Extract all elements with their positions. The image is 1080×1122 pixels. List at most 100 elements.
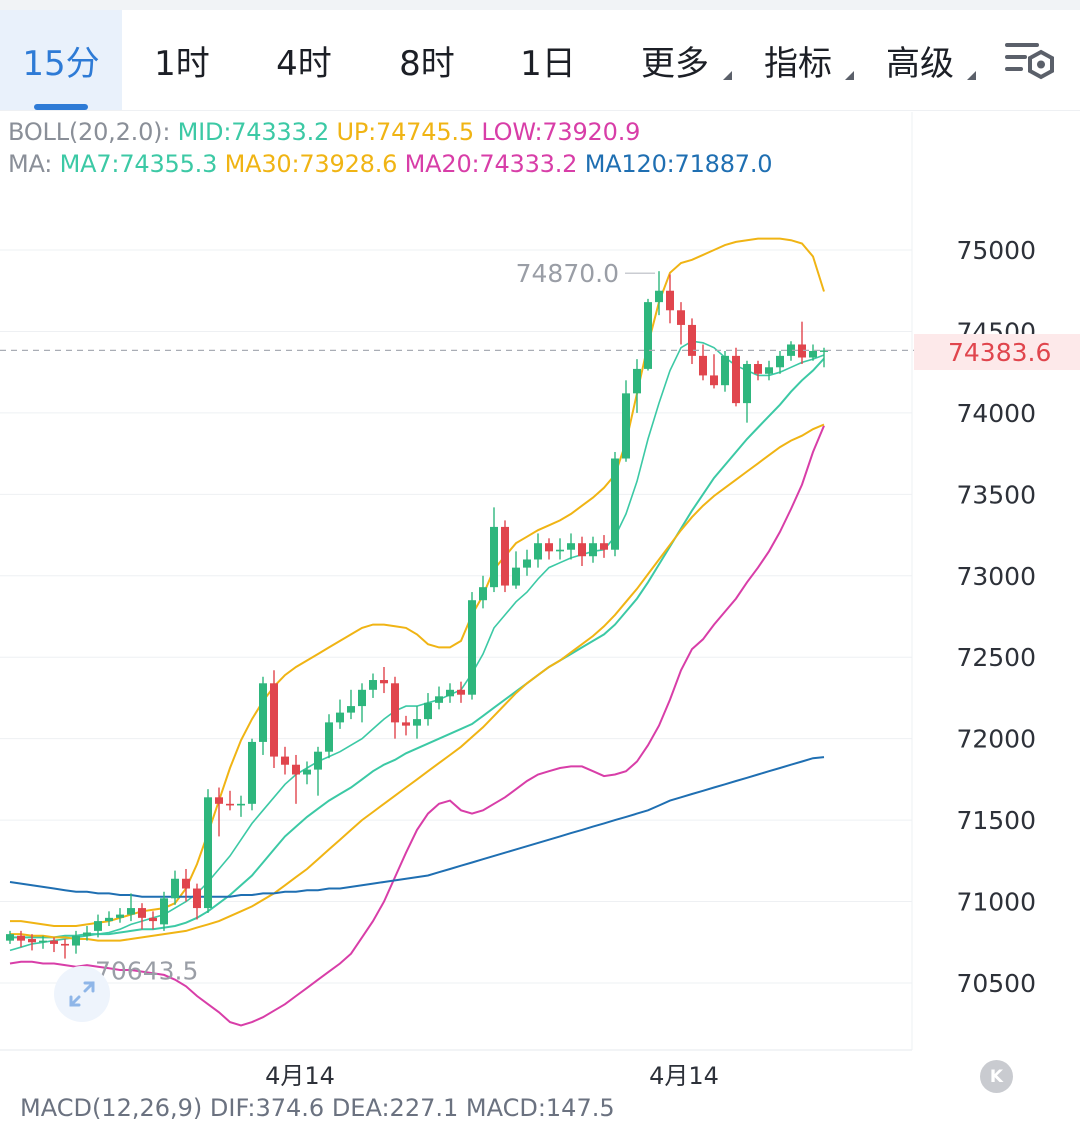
candle-up	[765, 367, 773, 374]
candle-up	[567, 543, 575, 550]
candle-up	[369, 680, 377, 690]
candle-up	[237, 803, 245, 806]
candle-up	[94, 921, 102, 931]
candle-up	[171, 878, 179, 899]
candle-up	[490, 526, 498, 588]
candle-down	[600, 543, 608, 550]
dropdown-triangle-icon	[967, 71, 976, 80]
candle-down	[149, 917, 157, 922]
tab-label: 更多	[641, 43, 709, 84]
tab-label: 8时	[399, 43, 455, 84]
candlestick-chart[interactable]: 7500074500740007350073000725007200071500…	[0, 112, 1080, 1102]
boll-mid-line	[10, 357, 825, 939]
candle-down	[391, 683, 399, 723]
tab-1h[interactable]: 1时	[122, 10, 242, 110]
tab-label: 1日	[520, 43, 576, 84]
candle-down	[17, 935, 25, 941]
chart-settings-icon[interactable]	[1003, 40, 1055, 82]
candle-up	[589, 543, 597, 557]
candle-up	[776, 355, 784, 368]
tab-label: 1时	[154, 43, 210, 84]
candle-up	[512, 567, 520, 586]
candle-up	[556, 549, 564, 552]
candle-down	[226, 803, 234, 806]
candle-up	[721, 355, 729, 386]
candle-up	[105, 917, 113, 922]
candle-down	[380, 680, 388, 684]
candle-down	[215, 797, 223, 804]
x-tick-label: 4月14	[265, 1062, 335, 1090]
candle-up	[743, 364, 751, 404]
candle-up	[468, 600, 476, 695]
y-tick-label: 70500	[956, 969, 1036, 998]
candle-up	[325, 722, 333, 752]
x-tick-label: 4月14	[649, 1062, 719, 1090]
current-price-tag: 74383.6	[914, 334, 1080, 370]
candle-down	[677, 310, 685, 325]
candle-down	[292, 764, 300, 775]
y-tick-label: 75000	[956, 236, 1036, 265]
candle-up	[314, 751, 322, 770]
tab-8h[interactable]: 8时	[366, 10, 488, 110]
candle-up	[622, 393, 630, 459]
tab-indicators[interactable]: 指标	[744, 10, 854, 110]
candle-up	[72, 935, 80, 946]
candle-down	[193, 888, 201, 909]
candle-down	[270, 683, 278, 757]
candle-up	[204, 797, 212, 909]
y-tick-label: 72500	[956, 643, 1036, 672]
candle-up	[160, 898, 168, 925]
ma7-line	[9, 340, 825, 952]
y-tick-label: 72000	[956, 725, 1036, 754]
expand-arrows-icon	[69, 981, 95, 1007]
active-tab-indicator	[34, 104, 88, 110]
expand-chart-button[interactable]	[54, 966, 110, 1022]
candle-up	[446, 689, 454, 697]
tab-15min[interactable]: 15分	[0, 10, 122, 110]
ma120-line	[9, 756, 825, 898]
tab-more[interactable]: 更多	[620, 10, 732, 110]
candle-up	[413, 719, 421, 726]
y-tick-label: 71500	[956, 806, 1036, 835]
candle-down	[138, 908, 146, 918]
candle-down	[501, 526, 509, 586]
tab-label: 指标	[764, 43, 832, 84]
candle-up	[248, 741, 256, 804]
candle-down	[699, 355, 707, 376]
dropdown-triangle-icon	[845, 71, 854, 80]
tab-1d[interactable]: 1日	[488, 10, 608, 110]
timeframe-tab-bar: 15分 1时 4时 8时 1日 更多 指标 高级	[0, 10, 1080, 111]
k-line-toggle-button[interactable]: K	[980, 1060, 1013, 1093]
tab-advanced[interactable]: 高级	[866, 10, 976, 110]
candle-up	[479, 587, 487, 601]
low-marker-label: 70643.5	[95, 957, 198, 986]
macd-legend-partial: MACD(12,26,9) DIF:374.6 DEA:227.1 MACD:1…	[20, 1094, 615, 1122]
y-tick-label: 74000	[956, 399, 1036, 428]
candle-down	[182, 878, 190, 889]
candle-down	[457, 689, 465, 695]
y-tick-label: 71000	[956, 888, 1036, 917]
candle-down	[61, 943, 69, 946]
tab-label: 高级	[886, 43, 954, 84]
boll-upper-line	[10, 237, 825, 927]
candle-up	[6, 934, 14, 941]
y-tick-label: 73000	[956, 562, 1036, 591]
candle-up	[633, 368, 641, 394]
tab-label: 15分	[22, 43, 100, 84]
candle-up	[127, 908, 135, 915]
candle-down	[710, 375, 718, 386]
tab-4h[interactable]: 4时	[242, 10, 366, 110]
ma30-line	[10, 423, 825, 942]
candle-up	[303, 769, 311, 775]
candle-up	[116, 914, 124, 918]
candle-down	[754, 364, 762, 374]
tab-label: 4时	[276, 43, 332, 84]
candle-down	[688, 324, 696, 356]
candle-up	[83, 932, 91, 936]
dropdown-triangle-icon	[723, 71, 732, 80]
candle-down	[732, 355, 740, 404]
candle-up	[347, 706, 355, 713]
candle-down	[50, 940, 58, 944]
high-marker-label: 74870.0	[516, 259, 619, 288]
candle-down	[28, 939, 36, 943]
